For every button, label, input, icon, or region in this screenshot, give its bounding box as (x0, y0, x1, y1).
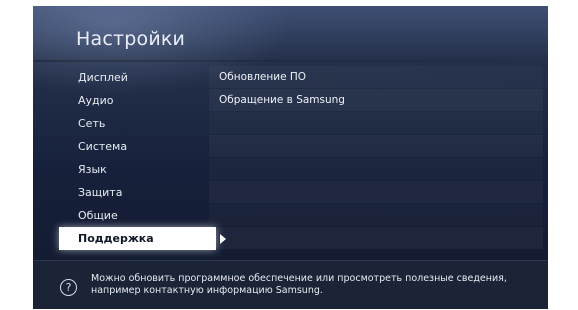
menu-item-label: Сеть (78, 117, 106, 130)
menu-item-label: Система (78, 140, 128, 153)
submenu-empty-row (209, 204, 543, 226)
menu-item-label: Аудио (78, 94, 114, 107)
submenu-item-software-update[interactable]: Обновление ПО (209, 66, 543, 88)
page-title: Настройки (76, 28, 186, 50)
menu-item-general[interactable]: Общие (59, 204, 216, 227)
menu-item-label: Дисплей (78, 71, 128, 84)
submenu-empty-row (209, 135, 543, 157)
menu-item-network[interactable]: Сеть (59, 112, 216, 135)
help-text: Можно обновить программное обеспечение и… (91, 273, 507, 296)
submenu-empty-row (209, 158, 543, 180)
submenu-empty-row (209, 181, 543, 203)
question-circle-icon: ? (60, 279, 77, 296)
menu-item-system[interactable]: Система (59, 135, 216, 158)
header-divider (33, 60, 548, 62)
settings-menu: Дисплей Аудио Сеть Система Язык Защита О… (59, 66, 226, 250)
menu-item-label: Защита (78, 186, 123, 199)
menu-item-label: Поддержка (78, 232, 154, 245)
menu-item-support[interactable]: Поддержка (59, 227, 226, 250)
menu-item-label: Общие (78, 209, 118, 222)
tv-settings-screen: Настройки Дисплей Аудио Сеть Система Язы… (33, 6, 548, 309)
submenu-item-contact-samsung[interactable]: Обращение в Samsung (209, 89, 543, 111)
menu-item-label: Язык (78, 163, 107, 176)
help-footer: ? Можно обновить программное обеспечение… (33, 260, 548, 309)
submenu-item-label: Обновление ПО (219, 71, 307, 83)
submenu-item-label: Обращение в Samsung (219, 94, 345, 106)
menu-item-security[interactable]: Защита (59, 181, 216, 204)
support-submenu: Обновление ПО Обращение в Samsung (209, 66, 543, 250)
menu-item-language[interactable]: Язык (59, 158, 216, 181)
submenu-empty-row (209, 227, 543, 249)
submenu-empty-row (209, 112, 543, 134)
menu-item-display[interactable]: Дисплей (59, 66, 216, 89)
menu-item-audio[interactable]: Аудио (59, 89, 216, 112)
